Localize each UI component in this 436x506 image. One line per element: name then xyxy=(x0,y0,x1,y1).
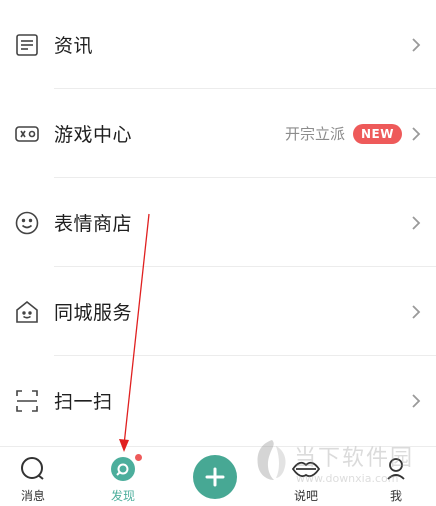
game-center-promo-text: 开宗立派 xyxy=(285,125,346,143)
menu-item-news[interactable]: 资讯 xyxy=(0,0,436,89)
notification-dot xyxy=(135,454,142,461)
new-badge: NEW xyxy=(353,123,402,144)
menu-item-label: 游戏中心 xyxy=(54,124,133,146)
news-icon xyxy=(14,32,40,58)
gamepad-icon xyxy=(14,121,40,147)
add-post-button[interactable] xyxy=(193,455,237,499)
menu-item-scan[interactable]: 扫一扫 xyxy=(0,356,436,445)
message-bubble-icon xyxy=(19,455,47,487)
menu-item-label: 扫一扫 xyxy=(54,391,113,413)
menu-item-game-center[interactable]: 游戏中心 开宗立派 NEW xyxy=(0,89,436,178)
scan-icon xyxy=(14,388,40,414)
menu-item-label: 资讯 xyxy=(54,35,94,57)
nav-tab-discover[interactable]: 发现 xyxy=(93,447,153,506)
nav-tab-label: 消息 xyxy=(20,489,45,503)
menu-item-label: 表情商店 xyxy=(54,213,133,235)
menu-item-sticker-store[interactable]: 表情商店 xyxy=(0,178,436,267)
discover-menu-list: 资讯 游戏中心 开宗立派 NEW 表情商店 同城服务 扫一扫 xyxy=(0,0,436,445)
plus-icon xyxy=(205,467,225,487)
chevron-right-icon xyxy=(412,393,421,408)
chevron-right-icon xyxy=(412,215,421,230)
watermark-text: 当下软件园 xyxy=(294,446,415,471)
chevron-right-icon xyxy=(412,37,421,52)
menu-item-label: 同城服务 xyxy=(54,302,133,324)
chevron-right-icon xyxy=(412,126,421,141)
site-watermark: 当下软件园 www.downxia.com xyxy=(252,438,436,498)
menu-item-local-services[interactable]: 同城服务 xyxy=(0,267,436,356)
house-face-icon xyxy=(14,299,40,325)
discover-icon xyxy=(109,455,137,487)
smiley-icon xyxy=(14,210,40,236)
watermark-url: www.downxia.com xyxy=(296,472,399,485)
watermark-logo-icon xyxy=(257,440,286,480)
nav-tab-messages[interactable]: 消息 xyxy=(3,447,63,506)
nav-tab-label: 发现 xyxy=(110,489,135,503)
chevron-right-icon xyxy=(412,304,421,319)
